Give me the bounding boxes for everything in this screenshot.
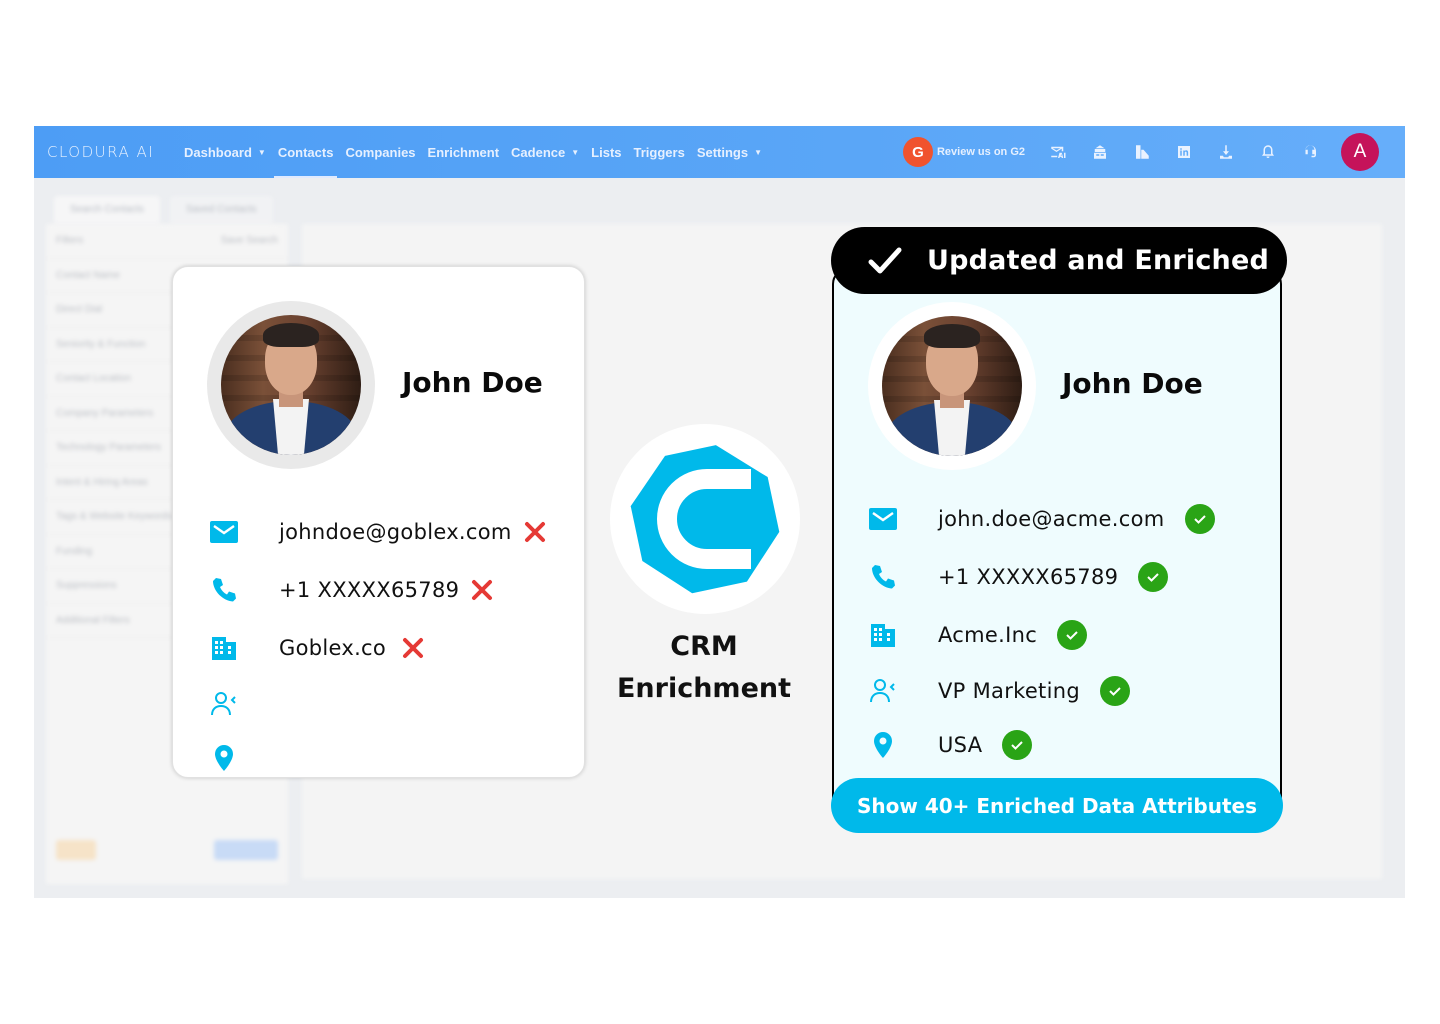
- job-title-icon: [209, 689, 239, 719]
- user-avatar[interactable]: A: [1341, 133, 1379, 171]
- nav-cadence[interactable]: Cadence ▼: [511, 126, 579, 178]
- checkmark-icon: [868, 247, 902, 273]
- contact-card-before: John Doe johndoe@goblex.com +1 XXXXX6578…: [172, 266, 585, 778]
- field-company: Acme.Inc: [868, 606, 1215, 664]
- caret-down-icon: ▼: [257, 147, 266, 157]
- crm-enrichment-label: CRM Enrichment: [604, 626, 804, 710]
- show-enriched-attributes-button[interactable]: Show 40+ Enriched Data Attributes: [831, 778, 1283, 833]
- contact-photo: [882, 316, 1022, 456]
- field-value: john.doe@acme.com: [938, 507, 1165, 531]
- bell-icon[interactable]: [1247, 137, 1289, 167]
- top-navbar: CLODURA AI Dashboard ▼ Contacts Companies…: [34, 126, 1405, 178]
- building-icon: [209, 633, 239, 663]
- phone-icon: [209, 575, 239, 605]
- field-location: USA: [868, 718, 1215, 772]
- email-icon: [868, 504, 898, 534]
- field-phone: +1 XXXXX65789: [209, 561, 546, 619]
- label-line: CRM: [670, 631, 738, 662]
- contact-photo: [221, 315, 361, 455]
- verified-check-icon: [1099, 676, 1130, 706]
- nav-label: Cadence: [511, 144, 566, 160]
- support-icon[interactable]: [1289, 137, 1331, 167]
- contact-fields: johndoe@goblex.com +1 XXXXX65789 Goblex.…: [209, 503, 546, 785]
- field-phone: +1 XXXXX65789: [868, 548, 1215, 606]
- nav-enrichment[interactable]: Enrichment: [428, 126, 500, 178]
- crm-enrichment-logo: [610, 424, 800, 614]
- field-value: VP Marketing: [938, 679, 1080, 703]
- tab-search-contacts[interactable]: Search Contacts: [54, 196, 160, 223]
- field-company: Goblex.co: [209, 619, 546, 677]
- nav-settings[interactable]: Settings ▼: [697, 126, 762, 178]
- badge-label: Updated and Enriched: [927, 245, 1270, 276]
- nav-contacts[interactable]: Contacts: [273, 126, 338, 178]
- nav-triggers[interactable]: Triggers: [634, 126, 685, 178]
- tab-saved-contacts[interactable]: Saved Contacts: [169, 196, 273, 223]
- nav-label: Enrichment: [427, 144, 500, 160]
- g2-logo-icon: G: [902, 137, 933, 167]
- prospect-icon[interactable]: [1079, 137, 1121, 167]
- company-icon[interactable]: [1121, 137, 1163, 167]
- g2-label: Review us on G2: [936, 146, 1025, 158]
- caret-down-icon: ▼: [571, 147, 580, 157]
- nav-lists[interactable]: Lists: [591, 126, 621, 178]
- job-title-icon: [868, 676, 898, 706]
- field-email: john.doe@acme.com: [868, 490, 1215, 548]
- verified-check-icon: [1184, 504, 1215, 534]
- nav-label: Companies: [345, 144, 416, 160]
- contact-photo-frame: [868, 302, 1036, 470]
- field-value: Goblex.co: [279, 636, 387, 660]
- label-line: Enrichment: [616, 673, 792, 704]
- building-icon: [868, 620, 898, 650]
- invalid-x-icon: [472, 580, 493, 600]
- invalid-x-icon: [403, 638, 424, 658]
- main-nav: Dashboard ▼ Contacts Companies Enrichment…: [184, 126, 774, 178]
- field-value: Acme.Inc: [938, 623, 1038, 647]
- linkedin-icon[interactable]: [1163, 137, 1205, 167]
- nav-companies[interactable]: Companies: [345, 126, 415, 178]
- field-value: johndoe@goblex.com: [279, 520, 512, 544]
- verified-check-icon: [1138, 562, 1169, 592]
- background-tabs: Search Contacts Saved Contacts: [54, 196, 273, 223]
- contact-name: John Doe: [402, 366, 543, 399]
- clodura-c-icon: [630, 445, 780, 594]
- clodura-logo[interactable]: CLODURA AI: [47, 143, 154, 161]
- sidebar-actions: [46, 830, 288, 870]
- field-job-title: [209, 677, 546, 731]
- mail-ai-icon[interactable]: [1037, 137, 1079, 167]
- save-search-link[interactable]: Save Search: [221, 235, 278, 246]
- invalid-x-icon: [524, 522, 545, 542]
- nav-label: Dashboard: [184, 144, 252, 160]
- search-button[interactable]: [214, 840, 278, 860]
- contact-photo-frame: [207, 301, 375, 469]
- phone-icon: [868, 562, 898, 592]
- review-g2-link[interactable]: G Review us on G2: [902, 137, 1025, 167]
- reset-button[interactable]: [56, 840, 96, 860]
- verified-check-icon: [1057, 620, 1088, 650]
- field-email: johndoe@goblex.com: [209, 503, 546, 561]
- field-value: +1 XXXXX65789: [279, 578, 460, 602]
- email-icon: [209, 517, 239, 547]
- verified-check-icon: [1002, 730, 1033, 760]
- updated-enriched-badge: Updated and Enriched: [831, 227, 1287, 294]
- location-icon: [868, 730, 898, 760]
- field-value: USA: [938, 733, 983, 757]
- caret-down-icon: ▼: [754, 147, 763, 157]
- field-location: [209, 731, 546, 785]
- filters-title: Filters: [56, 235, 84, 247]
- location-icon: [209, 743, 239, 773]
- field-job-title: VP Marketing: [868, 664, 1215, 718]
- nav-dashboard[interactable]: Dashboard ▼: [184, 126, 266, 178]
- download-icon[interactable]: [1205, 137, 1247, 167]
- nav-label: Triggers: [633, 144, 685, 160]
- contact-card-after: John Doe john.doe@acme.com +1 XXXXX65789…: [832, 268, 1282, 808]
- nav-label: Settings: [696, 144, 749, 160]
- field-value: +1 XXXXX65789: [938, 565, 1119, 589]
- contact-name: John Doe: [1062, 367, 1203, 400]
- nav-label: Contacts: [277, 144, 334, 160]
- nav-label: Lists: [591, 144, 622, 160]
- contact-fields: john.doe@acme.com +1 XXXXX65789 Acme.Inc…: [868, 490, 1215, 772]
- header-tools: G Review us on G2 A: [902, 126, 1379, 178]
- filters-header: Filters Save Search: [46, 224, 288, 259]
